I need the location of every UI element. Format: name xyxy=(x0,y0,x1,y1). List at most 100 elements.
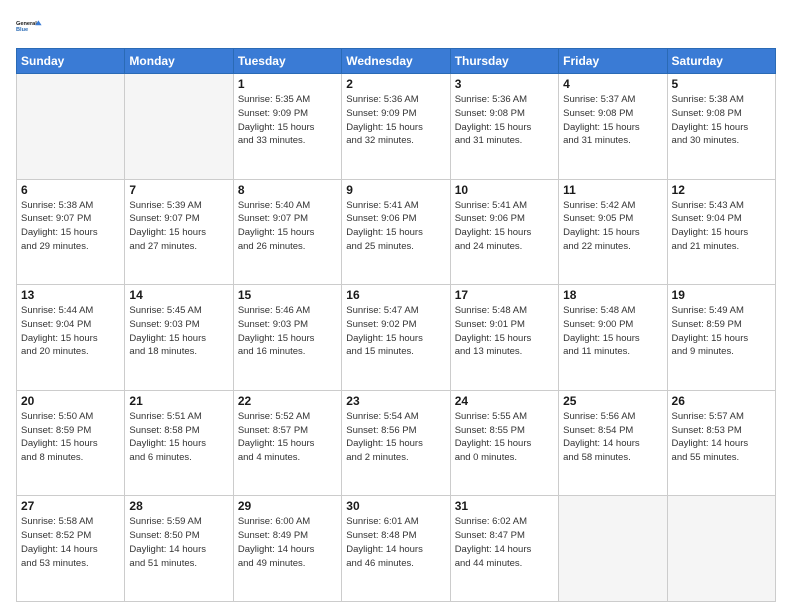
day-number: 17 xyxy=(455,288,554,302)
cell-info: Sunrise: 5:54 AM Sunset: 8:56 PM Dayligh… xyxy=(346,410,445,465)
svg-text:Blue: Blue xyxy=(16,27,28,33)
day-number: 1 xyxy=(238,77,337,91)
calendar-cell: 13Sunrise: 5:44 AM Sunset: 9:04 PM Dayli… xyxy=(17,285,125,391)
cell-info: Sunrise: 5:46 AM Sunset: 9:03 PM Dayligh… xyxy=(238,304,337,359)
svg-text:General: General xyxy=(16,21,37,27)
day-number: 8 xyxy=(238,183,337,197)
calendar-cell: 11 Sunrise: 5:42 AM Sunset: 9:05 PM Dayli… xyxy=(559,179,667,285)
calendar-cell xyxy=(17,74,125,180)
calendar-cell: 2 Sunrise: 5:36 AM Sunset: 9:09 PM Daylig… xyxy=(342,74,450,180)
day-number: 28 xyxy=(129,499,228,513)
cell-info: Sunrise: 5:49 AM Sunset: 8:59 PM Dayligh… xyxy=(672,304,771,359)
calendar-cell: 12 Sunrise: 5:43 AM Sunset: 9:04 PM Dayli… xyxy=(667,179,775,285)
cell-info: Sunrise: 5:48 AM Sunset: 9:01 PM Dayligh… xyxy=(455,304,554,359)
cell-info: Sunrise: 5:58 AM Sunset: 8:52 PM Dayligh… xyxy=(21,515,120,570)
day-number: 19 xyxy=(672,288,771,302)
calendar-week-2: 6 Sunrise: 5:38 AM Sunset: 9:07 PM Daylig… xyxy=(17,179,776,285)
cell-info: Sunrise: 5:36 AM Sunset: 9:09 PM Dayligh… xyxy=(346,93,445,148)
calendar-cell: 5 Sunrise: 5:38 AM Sunset: 9:08 PM Daylig… xyxy=(667,74,775,180)
calendar-cell: 31Sunrise: 6:02 AM Sunset: 8:47 PM Dayli… xyxy=(450,496,558,602)
calendar-week-4: 20 Sunrise: 5:50 AM Sunset: 8:59 PM Dayli… xyxy=(17,390,776,496)
day-number: 14 xyxy=(129,288,228,302)
calendar-page: GeneralBlue SundayMondayTuesdayWednesday… xyxy=(0,0,792,612)
calendar-cell: 10 Sunrise: 5:41 AM Sunset: 9:06 PM Dayli… xyxy=(450,179,558,285)
calendar-cell: 7Sunrise: 5:39 AM Sunset: 9:07 PM Daylig… xyxy=(125,179,233,285)
cell-info: Sunrise: 5:57 AM Sunset: 8:53 PM Dayligh… xyxy=(672,410,771,465)
cell-info: Sunrise: 6:01 AM Sunset: 8:48 PM Dayligh… xyxy=(346,515,445,570)
calendar-cell: 21Sunrise: 5:51 AM Sunset: 8:58 PM Dayli… xyxy=(125,390,233,496)
logo-icon: GeneralBlue xyxy=(16,12,44,40)
cell-info: Sunrise: 5:41 AM Sunset: 9:06 PM Dayligh… xyxy=(346,199,445,254)
calendar-cell xyxy=(125,74,233,180)
calendar-cell: 25Sunrise: 5:56 AM Sunset: 8:54 PM Dayli… xyxy=(559,390,667,496)
cell-info: Sunrise: 5:52 AM Sunset: 8:57 PM Dayligh… xyxy=(238,410,337,465)
day-number: 22 xyxy=(238,394,337,408)
weekday-header-row: SundayMondayTuesdayWednesdayThursdayFrid… xyxy=(17,49,776,74)
calendar-cell: 23 Sunrise: 5:54 AM Sunset: 8:56 PM Dayli… xyxy=(342,390,450,496)
day-number: 21 xyxy=(129,394,228,408)
weekday-header-sunday: Sunday xyxy=(17,49,125,74)
day-number: 12 xyxy=(672,183,771,197)
day-number: 24 xyxy=(455,394,554,408)
calendar-cell: 9Sunrise: 5:41 AM Sunset: 9:06 PM Daylig… xyxy=(342,179,450,285)
day-number: 5 xyxy=(672,77,771,91)
day-number: 27 xyxy=(21,499,120,513)
calendar-cell: 27 Sunrise: 5:58 AM Sunset: 8:52 PM Dayli… xyxy=(17,496,125,602)
calendar-cell: 28 Sunrise: 5:59 AM Sunset: 8:50 PM Dayli… xyxy=(125,496,233,602)
calendar-cell xyxy=(667,496,775,602)
cell-info: Sunrise: 6:02 AM Sunset: 8:47 PM Dayligh… xyxy=(455,515,554,570)
weekday-header-monday: Monday xyxy=(125,49,233,74)
cell-info: Sunrise: 6:00 AM Sunset: 8:49 PM Dayligh… xyxy=(238,515,337,570)
page-header: GeneralBlue xyxy=(16,12,776,40)
calendar-cell: 3Sunrise: 5:36 AM Sunset: 9:08 PM Daylig… xyxy=(450,74,558,180)
cell-info: Sunrise: 5:38 AM Sunset: 9:08 PM Dayligh… xyxy=(672,93,771,148)
weekday-header-thursday: Thursday xyxy=(450,49,558,74)
calendar-cell: 26 Sunrise: 5:57 AM Sunset: 8:53 PM Dayli… xyxy=(667,390,775,496)
calendar-cell: 15 Sunrise: 5:46 AM Sunset: 9:03 PM Dayli… xyxy=(233,285,341,391)
cell-info: Sunrise: 5:59 AM Sunset: 8:50 PM Dayligh… xyxy=(129,515,228,570)
calendar-week-3: 13Sunrise: 5:44 AM Sunset: 9:04 PM Dayli… xyxy=(17,285,776,391)
calendar-cell: 19 Sunrise: 5:49 AM Sunset: 8:59 PM Dayli… xyxy=(667,285,775,391)
calendar-cell: 24 Sunrise: 5:55 AM Sunset: 8:55 PM Dayli… xyxy=(450,390,558,496)
calendar-cell: 17 Sunrise: 5:48 AM Sunset: 9:01 PM Dayli… xyxy=(450,285,558,391)
day-number: 26 xyxy=(672,394,771,408)
cell-info: Sunrise: 5:47 AM Sunset: 9:02 PM Dayligh… xyxy=(346,304,445,359)
cell-info: Sunrise: 5:41 AM Sunset: 9:06 PM Dayligh… xyxy=(455,199,554,254)
day-number: 10 xyxy=(455,183,554,197)
day-number: 11 xyxy=(563,183,662,197)
day-number: 6 xyxy=(21,183,120,197)
calendar-cell: 8 Sunrise: 5:40 AM Sunset: 9:07 PM Daylig… xyxy=(233,179,341,285)
cell-info: Sunrise: 5:42 AM Sunset: 9:05 PM Dayligh… xyxy=(563,199,662,254)
day-number: 23 xyxy=(346,394,445,408)
cell-info: Sunrise: 5:40 AM Sunset: 9:07 PM Dayligh… xyxy=(238,199,337,254)
cell-info: Sunrise: 5:35 AM Sunset: 9:09 PM Dayligh… xyxy=(238,93,337,148)
calendar-cell: 22 Sunrise: 5:52 AM Sunset: 8:57 PM Dayli… xyxy=(233,390,341,496)
calendar-cell: 18Sunrise: 5:48 AM Sunset: 9:00 PM Dayli… xyxy=(559,285,667,391)
cell-info: Sunrise: 5:38 AM Sunset: 9:07 PM Dayligh… xyxy=(21,199,120,254)
calendar-cell: 1 Sunrise: 5:35 AM Sunset: 9:09 PM Daylig… xyxy=(233,74,341,180)
calendar-week-1: 1 Sunrise: 5:35 AM Sunset: 9:09 PM Daylig… xyxy=(17,74,776,180)
day-number: 20 xyxy=(21,394,120,408)
cell-info: Sunrise: 5:56 AM Sunset: 8:54 PM Dayligh… xyxy=(563,410,662,465)
day-number: 2 xyxy=(346,77,445,91)
calendar-table: SundayMondayTuesdayWednesdayThursdayFrid… xyxy=(16,48,776,602)
cell-info: Sunrise: 5:37 AM Sunset: 9:08 PM Dayligh… xyxy=(563,93,662,148)
calendar-cell: 14Sunrise: 5:45 AM Sunset: 9:03 PM Dayli… xyxy=(125,285,233,391)
day-number: 30 xyxy=(346,499,445,513)
calendar-cell: 29 Sunrise: 6:00 AM Sunset: 8:49 PM Dayli… xyxy=(233,496,341,602)
weekday-header-friday: Friday xyxy=(559,49,667,74)
calendar-cell xyxy=(559,496,667,602)
day-number: 29 xyxy=(238,499,337,513)
calendar-cell: 30 Sunrise: 6:01 AM Sunset: 8:48 PM Dayli… xyxy=(342,496,450,602)
day-number: 18 xyxy=(563,288,662,302)
day-number: 13 xyxy=(21,288,120,302)
weekday-header-saturday: Saturday xyxy=(667,49,775,74)
day-number: 15 xyxy=(238,288,337,302)
weekday-header-wednesday: Wednesday xyxy=(342,49,450,74)
weekday-header-tuesday: Tuesday xyxy=(233,49,341,74)
cell-info: Sunrise: 5:50 AM Sunset: 8:59 PM Dayligh… xyxy=(21,410,120,465)
cell-info: Sunrise: 5:55 AM Sunset: 8:55 PM Dayligh… xyxy=(455,410,554,465)
cell-info: Sunrise: 5:36 AM Sunset: 9:08 PM Dayligh… xyxy=(455,93,554,148)
cell-info: Sunrise: 5:43 AM Sunset: 9:04 PM Dayligh… xyxy=(672,199,771,254)
day-number: 7 xyxy=(129,183,228,197)
